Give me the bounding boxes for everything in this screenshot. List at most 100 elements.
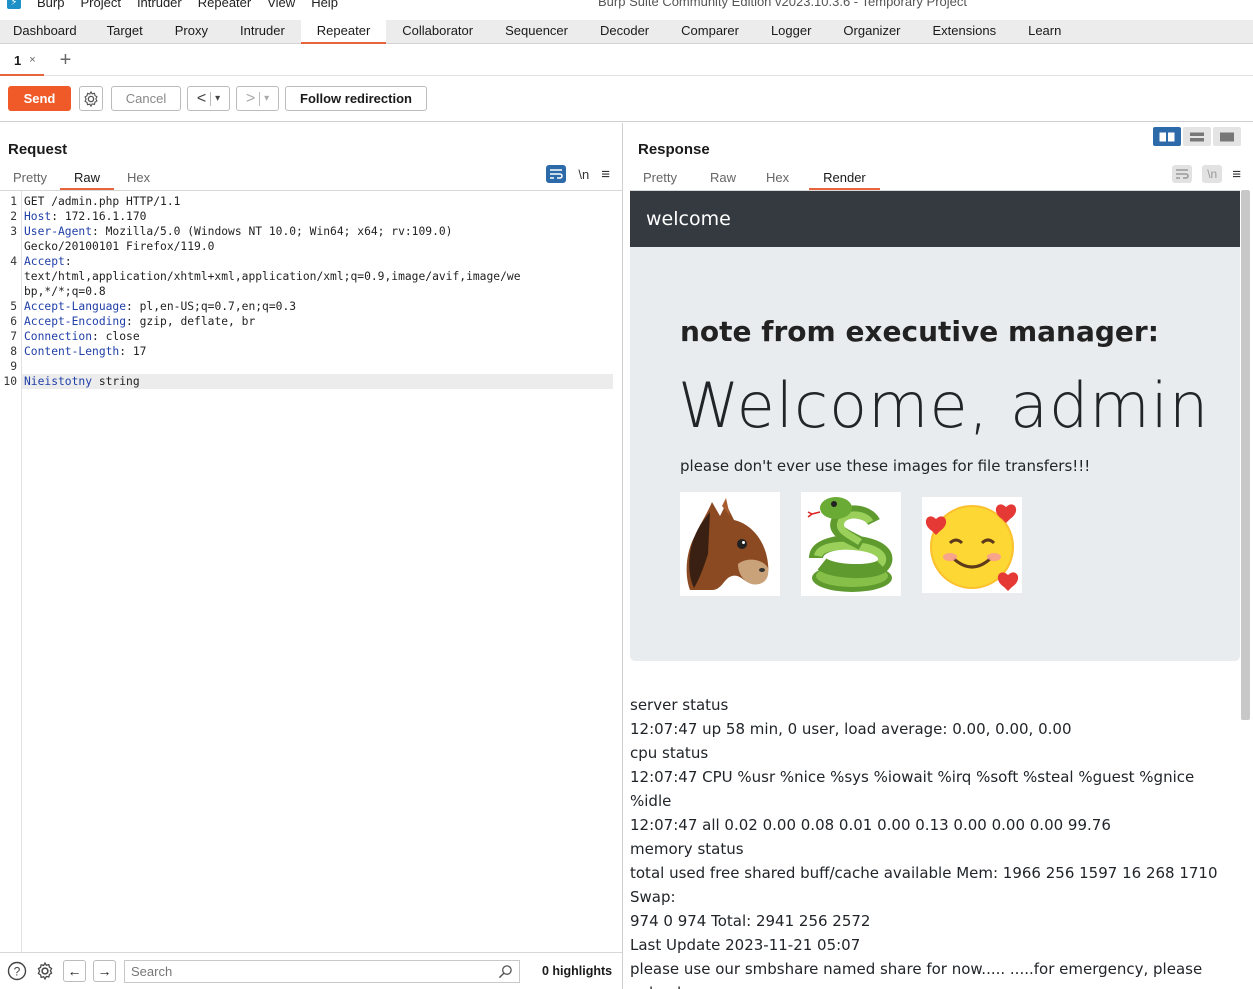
header-name: Connection — [24, 330, 93, 343]
request-title: Request — [8, 141, 68, 158]
main-tab-bar: Dashboard Target Proxy Intruder Repeater… — [0, 19, 1253, 44]
line-number: 2 — [10, 210, 17, 223]
header-value: bp,*/*;q=0.8 — [24, 285, 106, 298]
request-line[interactable]: 4 Accept: — [0, 254, 613, 269]
menu-view[interactable]: View — [267, 0, 295, 10]
next-match-arrow-icon[interactable]: → — [93, 960, 116, 982]
tab-repeater[interactable]: Repeater — [300, 19, 387, 44]
request-line[interactable]: 10 Nieistotny string — [0, 374, 613, 389]
rendered-status-line: memory status — [630, 840, 744, 858]
header-name: Content-Length — [24, 345, 120, 358]
request-tab-pretty[interactable]: Pretty — [0, 167, 60, 189]
show-newlines-icon[interactable]: \n — [578, 167, 589, 182]
request-line[interactable]: 6 Accept-Encoding: gzip, deflate, br — [0, 314, 613, 329]
line-text: Nieistotny string — [24, 374, 140, 389]
rendered-status-text: server status 12:07:47 up 58 min, 0 user,… — [630, 693, 1238, 989]
rendered-navbar-brand[interactable]: welcome — [630, 191, 1240, 247]
svg-text:?: ? — [14, 965, 21, 979]
settings-gear-icon[interactable] — [79, 86, 103, 111]
help-icon[interactable]: ? — [6, 960, 28, 982]
tab-comparer[interactable]: Comparer — [665, 19, 755, 43]
tab-collaborator[interactable]: Collaborator — [386, 19, 489, 43]
request-tab-hex[interactable]: Hex — [114, 167, 163, 189]
tab-intruder[interactable]: Intruder — [224, 19, 301, 43]
response-tab-render[interactable]: Render — [809, 167, 880, 190]
close-tab-icon[interactable]: × — [29, 54, 35, 66]
forward-button[interactable]: > ▾ — [236, 86, 279, 111]
request-line[interactable]: 5 Accept-Language: pl,en-US;q=0.7,en;q=0.… — [0, 299, 613, 314]
menu-intruder[interactable]: Intruder — [137, 0, 182, 10]
repeater-tab-label: 1 — [14, 52, 22, 68]
add-tab-icon[interactable]: + — [60, 50, 72, 70]
follow-redirection-button[interactable]: Follow redirection — [285, 86, 427, 111]
response-pane: Response Pretty Raw Hex Render \n ≡ welc… — [627, 123, 1253, 989]
header-value: string — [92, 375, 140, 388]
stacked-layout-icon[interactable] — [1183, 127, 1211, 146]
back-button[interactable]: < ▾ — [187, 86, 230, 111]
response-title: Response — [638, 141, 710, 158]
tab-organizer[interactable]: Organizer — [827, 19, 916, 43]
header-name: Accept-Encoding — [24, 315, 127, 328]
tab-extensions[interactable]: Extensions — [917, 19, 1013, 43]
request-line[interactable]: text/html,application/xhtml+xml,applicat… — [0, 269, 613, 284]
word-wrap-icon[interactable] — [546, 165, 567, 183]
tab-dashboard[interactable]: Dashboard — [0, 19, 91, 43]
menu-hamburger-icon[interactable]: ≡ — [601, 166, 610, 183]
side-by-side-layout-icon[interactable] — [1153, 127, 1181, 146]
line-text: Host: 172.16.1.170 — [24, 209, 146, 224]
line-text: Connection: close — [24, 329, 140, 344]
line-text: Gecko/20100101 Firefox/119.0 — [24, 239, 214, 254]
header-name: User-Agent — [24, 225, 93, 238]
line-text: text/html,application/xhtml+xml,applicat… — [24, 269, 521, 284]
tab-proxy[interactable]: Proxy — [159, 19, 224, 43]
request-view-tabs: Pretty Raw Hex — [0, 167, 163, 190]
search-icon — [498, 964, 513, 982]
window-title: Burp Suite Community Edition v2023.10.3.… — [598, 0, 967, 9]
request-line[interactable]: 3 User-Agent: Mozilla/5.0 (Windows NT 10.… — [0, 224, 613, 239]
line-text: Accept-Language: pl,en-US;q=0.7,en;q=0.3 — [24, 299, 296, 314]
response-scrollbar[interactable] — [1241, 190, 1250, 720]
request-line[interactable]: 1 GET /admin.php HTTP/1.1 — [0, 194, 613, 209]
line-number: 6 — [10, 315, 17, 328]
cancel-button[interactable]: Cancel — [111, 86, 181, 111]
search-settings-gear-icon[interactable] — [34, 960, 56, 982]
single-layout-icon[interactable] — [1213, 127, 1241, 146]
response-tab-raw[interactable]: Raw — [690, 167, 750, 189]
request-editor[interactable]: 1 GET /admin.php HTTP/1.1 2 Host: 172.16.1.… — [0, 190, 622, 953]
request-tab-raw[interactable]: Raw — [59, 167, 114, 190]
request-line[interactable]: 2 Host: 172.16.1.170 — [0, 209, 613, 224]
forward-dropdown-icon[interactable]: ▾ — [264, 93, 269, 104]
tab-logger[interactable]: Logger — [755, 19, 827, 43]
line-text: Accept: — [24, 254, 72, 269]
tab-decoder[interactable]: Decoder — [584, 19, 665, 43]
search-input[interactable]: Search — [124, 959, 520, 983]
header-value: : — [64, 255, 72, 268]
line-number: 10 — [3, 375, 17, 388]
request-pane: Request Pretty Raw Hex \n ≡ 1 GET /admin.… — [0, 123, 623, 989]
response-tab-hex[interactable]: Hex — [750, 167, 803, 189]
tab-sequencer[interactable]: Sequencer — [489, 19, 584, 43]
repeater-tab-1[interactable]: 1 × — [0, 45, 44, 76]
menu-project[interactable]: Project — [80, 0, 120, 10]
word-wrap-disabled-icon — [1172, 165, 1193, 183]
previous-match-arrow-icon[interactable]: ← — [63, 960, 86, 982]
tab-target[interactable]: Target — [91, 19, 159, 43]
request-line[interactable]: Gecko/20100101 Firefox/119.0 — [0, 239, 613, 254]
header-value: : close — [92, 330, 140, 343]
rendered-jumbotron: note from executive manager: Welcome, ad… — [630, 247, 1240, 661]
menu-help[interactable]: Help — [311, 0, 338, 10]
menu-burp[interactable]: Burp — [37, 0, 64, 10]
request-line[interactable]: 8 Content-Length: 17 — [0, 344, 613, 359]
request-line[interactable]: 9 — [0, 359, 613, 374]
back-dropdown-icon[interactable]: ▾ — [215, 93, 220, 104]
line-text: User-Agent: Mozilla/5.0 (Windows NT 10.0… — [24, 224, 453, 239]
request-line[interactable]: bp,*/*;q=0.8 — [0, 284, 613, 299]
response-tab-pretty[interactable]: Pretty — [630, 167, 690, 189]
line-number: 5 — [10, 300, 17, 313]
tab-learn[interactable]: Learn — [1012, 19, 1077, 43]
response-view-tabs: Pretty Raw Hex Render — [630, 167, 880, 190]
response-menu-hamburger-icon[interactable]: ≡ — [1232, 166, 1241, 183]
request-line[interactable]: 7 Connection: close — [0, 329, 613, 344]
send-button[interactable]: Send — [8, 86, 71, 111]
menu-repeater[interactable]: Repeater — [198, 0, 251, 10]
